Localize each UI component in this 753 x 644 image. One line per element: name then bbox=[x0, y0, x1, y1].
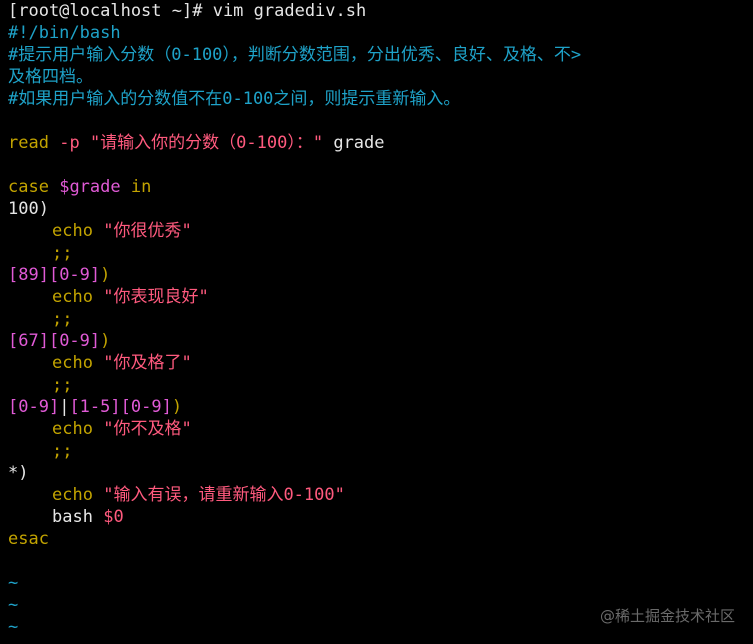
code-line-comment-1b: 及格四档。 bbox=[8, 67, 93, 87]
bash-command: bash bbox=[52, 507, 93, 527]
echo-string-1: "你很优秀" bbox=[103, 221, 192, 241]
shell-command: vim gradediv.sh bbox=[202, 1, 367, 21]
pattern-1-5: [1-5] bbox=[69, 397, 121, 417]
bash-variable: $0 bbox=[103, 507, 124, 527]
pattern-bar: | bbox=[59, 397, 70, 417]
echo-string-3: "你及格了" bbox=[103, 353, 192, 373]
pattern-paren: ) bbox=[171, 397, 183, 417]
pattern-paren: ) bbox=[38, 199, 49, 219]
pattern-paren: ) bbox=[100, 265, 111, 285]
pattern-0-9: [0-9] bbox=[8, 397, 60, 417]
read-variable: grade bbox=[323, 133, 385, 153]
code-line-echo-2: echo "你表现良好" bbox=[8, 286, 748, 308]
echo-keyword: echo bbox=[52, 287, 93, 307]
code-line-dsemi-1: ;; bbox=[8, 242, 748, 264]
pattern-0-9: [0-9] bbox=[48, 331, 101, 351]
watermark: @稀土掘金技术社区 bbox=[599, 607, 735, 625]
read-keyword: read bbox=[8, 133, 49, 153]
code-line-case: case $grade in bbox=[8, 176, 748, 198]
echo-keyword: echo bbox=[52, 221, 93, 241]
read-option: -p bbox=[59, 133, 80, 153]
pattern-paren: ) bbox=[100, 331, 111, 351]
pattern-paren: ) bbox=[18, 463, 29, 483]
terminal-window: [root@localhost ~]# vim gradediv.sh #!/b… bbox=[8, 0, 748, 638]
prompt-line: [root@localhost ~]# vim gradediv.sh bbox=[8, 0, 748, 22]
echo-string-4: "你不及格" bbox=[103, 419, 192, 439]
code-line-echo-4: echo "你不及格" bbox=[8, 418, 748, 440]
read-prompt-string: "请输入你的分数（0-100）：" bbox=[89, 133, 324, 153]
pattern-89: [89] bbox=[8, 265, 49, 285]
code-line-echo-3: echo "你及格了" bbox=[8, 352, 748, 374]
double-semicolon: ;; bbox=[52, 243, 73, 263]
pattern-star: * bbox=[8, 463, 19, 483]
code-line-pattern-100: 100) bbox=[8, 198, 748, 220]
echo-keyword: echo bbox=[52, 419, 93, 439]
double-semicolon: ;; bbox=[52, 375, 73, 395]
echo-keyword: echo bbox=[52, 485, 93, 505]
code-line-comment-2: #如果用户输入的分数值不在0-100之间，则提示重新输入。 bbox=[8, 89, 461, 109]
pattern-100: 100 bbox=[8, 199, 39, 219]
code-line-echo-5: echo "输入有误，请重新输入0-100" bbox=[8, 484, 748, 506]
code-line-comment-1a: #提示用户输入分数（0-100），判断分数范围，分出优秀、良好、及格、不> bbox=[8, 45, 582, 65]
code-line-pattern-89: [89][0-9]) bbox=[8, 264, 748, 286]
esac-keyword: esac bbox=[8, 529, 49, 549]
case-keyword: case bbox=[8, 177, 49, 197]
code-line-dsemi-4: ;; bbox=[8, 440, 748, 462]
code-line-dsemi-3: ;; bbox=[8, 374, 748, 396]
echo-string-5: "输入有误，请重新输入0-100" bbox=[103, 485, 345, 505]
code-line-esac: esac bbox=[8, 528, 748, 550]
code-line-shebang: #!/bin/bash bbox=[8, 23, 121, 43]
echo-string-2: "你表现良好" bbox=[103, 287, 209, 307]
echo-keyword: echo bbox=[52, 353, 93, 373]
pattern-0-9: [0-9] bbox=[120, 397, 172, 417]
case-variable: $grade bbox=[59, 177, 121, 197]
code-line-dsemi-2: ;; bbox=[8, 308, 748, 330]
empty-line-tilde: ~ bbox=[8, 573, 19, 593]
code-line-pattern-fail: [0-9]|[1-5][0-9]) bbox=[8, 396, 748, 418]
code-line-pattern-67: [67][0-9]) bbox=[8, 330, 748, 352]
shell-prompt: [root@localhost ~]# bbox=[8, 1, 203, 21]
code-line-bash: bash $0 bbox=[8, 506, 748, 528]
pattern-0-9: [0-9] bbox=[48, 265, 101, 285]
double-semicolon: ;; bbox=[52, 441, 73, 461]
in-keyword: in bbox=[130, 177, 152, 197]
code-line-pattern-default: *) bbox=[8, 462, 748, 484]
code-line-read: read -p "请输入你的分数（0-100）：" grade bbox=[8, 132, 748, 154]
pattern-67: [67] bbox=[8, 331, 49, 351]
double-semicolon: ;; bbox=[52, 309, 73, 329]
code-line-echo-1: echo "你很优秀" bbox=[8, 220, 748, 242]
